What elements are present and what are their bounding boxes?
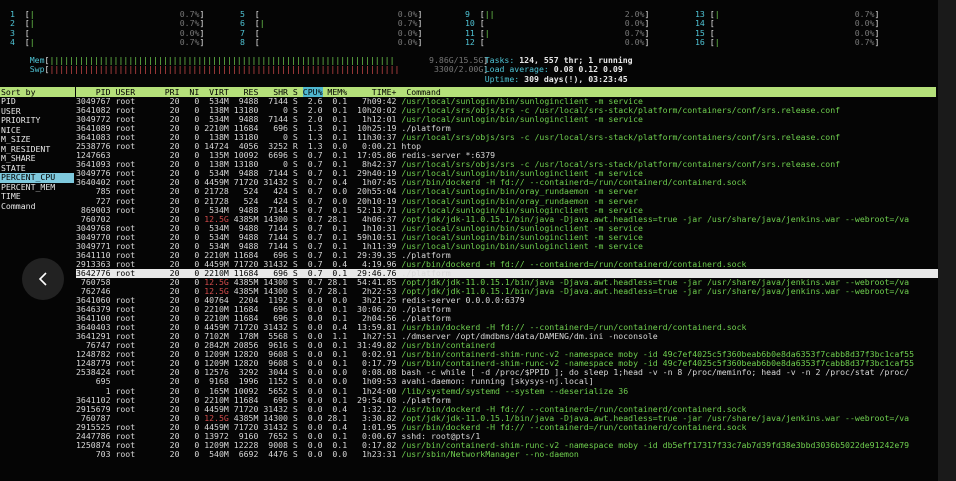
process-row[interactable]: 703 root 20 0 540M 6692 4476 S 0.0 0.0 1… (76, 448, 956, 459)
cpu-meter-16: 16 [| 0.7%] (695, 38, 905, 47)
process-cpu: 0.0 (302, 448, 328, 459)
cpu-bar: | (714, 37, 720, 48)
cpu-number: 4 (10, 37, 25, 48)
cpu-number: 12 (465, 37, 480, 48)
bar-close: ] (874, 37, 880, 48)
cpu-number: 16 (695, 37, 710, 48)
swp-meter: Swp[||||||||||||||||||||||||||||||||||||… (29, 64, 489, 74)
cpu-percent: 0.0% (624, 37, 645, 48)
cpu-bar: | (714, 9, 720, 19)
cpu-meter-12: 12 [0.0%] (465, 38, 675, 47)
bar-open: [ (479, 37, 485, 48)
chevron-left-icon (38, 272, 47, 286)
process-pid: 703 (76, 448, 116, 459)
process-time: 1h23:31 (352, 448, 402, 459)
cpu-bar: || (484, 9, 495, 19)
process-table: 3049767 root 20 0 534M 9488 7144 S 2.6 0… (76, 96, 956, 459)
mem-meter: Mem[||||||||||||||||||||||||||||||||||||… (29, 55, 489, 65)
cpu-meter-4: 4 [| 0.7%] (10, 38, 230, 47)
process-priority: 20 (159, 448, 185, 459)
process-shr: 4476 (263, 448, 293, 459)
sort-option-command[interactable]: Command (0, 201, 74, 212)
process-mem: 0.0 (327, 448, 353, 459)
process-command: /usr/bin/dockerd -H fd:// --containerd=/… (401, 258, 747, 269)
process-command: /usr/local/srs/objs/srs -c /usr/local/sr… (401, 132, 841, 143)
cpu-bar: | (29, 18, 35, 29)
cpu-percent: 0.7% (179, 37, 200, 48)
bar-open: [ (254, 37, 260, 48)
bar-close: ] (199, 37, 205, 48)
cpu-percent: 0.0% (397, 37, 418, 48)
cpu-meter-8: 8 [0.0%] (240, 38, 448, 47)
cpu-bar: | (259, 18, 265, 29)
cpu-bar: | (484, 27, 490, 38)
process-virt: 540M (204, 448, 234, 459)
back-button[interactable] (22, 258, 64, 300)
process-state: S (292, 448, 303, 459)
process-command: /usr/sbin/NetworkManager --no-daemon (401, 448, 579, 459)
load-average-line: Load average: 0.08 0.12 0.09 (484, 64, 623, 74)
sort-options-list: PID USER PRIORITY NICE M_SIZE M_RESIDENT M_SHA… (0, 96, 74, 212)
process-res: 6692 (233, 448, 264, 459)
process-nice: 0 (184, 448, 205, 459)
htop-terminal: 1 [| 0.7%] 2 [| 0.7%] 3 [0.0%] 4 [| 0.7%] 5 [0.… (0, 0, 956, 481)
bar-close: ] (644, 37, 650, 48)
cpu-percent: 0.7% (854, 37, 875, 48)
scrollbar[interactable] (938, 0, 956, 481)
bar-close: ] (417, 37, 423, 48)
process-user: root (115, 448, 160, 459)
uptime-line: Uptime: 309 days(!), 03:23:45 (484, 74, 628, 84)
cpu-number: 8 (240, 37, 255, 48)
tasks-line: Tasks: 124, 557 thr; 1 running (484, 55, 633, 65)
cpu-bar: | (29, 37, 35, 48)
